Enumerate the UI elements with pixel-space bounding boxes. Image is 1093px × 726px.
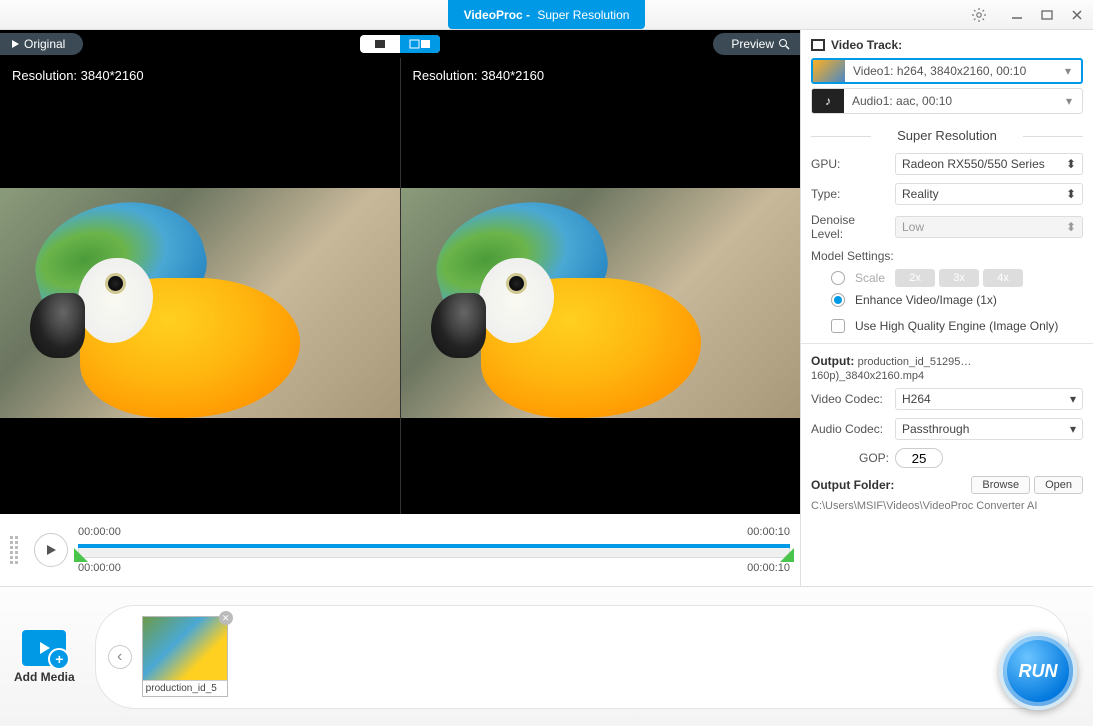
acodec-label: Audio Codec: — [811, 422, 889, 436]
audio-track-thumb: ♪ — [812, 89, 844, 113]
close-button[interactable] — [1065, 5, 1089, 25]
timeline: 00:00:00 00:00:10 00:00:00 00:00:10 — [0, 514, 800, 586]
add-media-icon — [22, 630, 66, 666]
video-track-item[interactable]: Video1: h264, 3840x2160, 00:10 ▾ — [811, 58, 1083, 84]
minimize-button[interactable] — [1005, 5, 1029, 25]
updown-icon: ⬍ — [1066, 157, 1076, 171]
titlebar-title: VideoProc - Super Resolution — [448, 0, 646, 29]
preview-pane-right: Resolution: 3840*2160 — [400, 58, 801, 514]
updown-icon: ⬍ — [1066, 187, 1076, 201]
video-track-heading: Video Track: — [811, 38, 1083, 52]
super-resolution-heading: Super Resolution — [811, 128, 1083, 143]
media-item[interactable]: ✕ production_id_5 — [142, 616, 228, 697]
media-item-thumb — [143, 617, 227, 681]
scale-radio[interactable] — [831, 271, 845, 285]
gpu-select[interactable]: Radeon RX550/550 Series⬍ — [895, 153, 1083, 175]
gop-label: GOP: — [811, 451, 889, 465]
video-track-label: Video1: h264, 3840x2160, 00:10 — [845, 64, 1065, 78]
film-icon — [811, 39, 825, 51]
audio-track-item[interactable]: ♪ Audio1: aac, 00:10 ▾ — [811, 88, 1083, 114]
type-select[interactable]: Reality⬍ — [895, 183, 1083, 205]
drag-handle-icon[interactable] — [10, 536, 24, 564]
maximize-button[interactable] — [1035, 5, 1059, 25]
module-name: Super Resolution — [537, 8, 629, 22]
output-folder-label: Output Folder: — [811, 478, 894, 492]
magnify-icon — [778, 38, 790, 50]
titlebar: VideoProc - Super Resolution — [0, 0, 1093, 30]
type-label: Type: — [811, 187, 889, 201]
acodec-select[interactable]: Passthrough▾ — [895, 418, 1083, 440]
hq-engine-label: Use High Quality Engine (Image Only) — [855, 319, 1058, 333]
media-strip: ‹ ✕ production_id_5 › — [95, 605, 1069, 709]
time-bot-end: 00:00:10 — [747, 562, 790, 574]
audio-track-label: Audio1: aac, 00:10 — [844, 94, 1066, 108]
resolution-label-right: Resolution: 3840*2160 — [413, 68, 545, 83]
time-bot-start: 00:00:00 — [78, 562, 121, 574]
video-track-thumb — [813, 60, 845, 82]
chevron-down-icon: ▾ — [1070, 422, 1076, 436]
app-name: VideoProc — [464, 8, 523, 22]
scale-3x-button[interactable]: 3x — [939, 269, 979, 287]
media-item-remove[interactable]: ✕ — [219, 611, 233, 625]
original-tab[interactable]: Original — [0, 33, 83, 55]
view-toggle — [360, 35, 440, 53]
open-button[interactable]: Open — [1034, 476, 1083, 494]
preview-area: Original Preview Resolution: 3840*2160 R… — [0, 30, 800, 586]
media-prev-button[interactable]: ‹ — [108, 645, 132, 669]
gpu-label: GPU: — [811, 157, 889, 171]
add-media-button[interactable]: Add Media — [14, 630, 75, 684]
denoise-label: Denoise Level: — [811, 213, 889, 241]
scale-2x-button[interactable]: 2x — [895, 269, 935, 287]
resolution-label-left: Resolution: 3840*2160 — [12, 68, 144, 83]
preview-tab[interactable]: Preview — [713, 33, 800, 55]
denoise-select: Low⬍ — [895, 216, 1083, 238]
play-icon — [10, 39, 20, 49]
updown-icon: ⬍ — [1066, 220, 1076, 234]
model-settings-label: Model Settings: — [811, 249, 1083, 263]
time-top-start: 00:00:00 — [78, 526, 121, 538]
time-top-end: 00:00:10 — [747, 526, 790, 538]
settings-button[interactable] — [967, 5, 991, 25]
hq-engine-checkbox[interactable] — [831, 319, 845, 333]
play-button[interactable] — [34, 533, 68, 567]
vcodec-select[interactable]: H264▾ — [895, 388, 1083, 410]
browse-button[interactable]: Browse — [971, 476, 1030, 494]
chevron-down-icon: ▾ — [1070, 392, 1076, 406]
chevron-down-icon[interactable]: ▾ — [1066, 94, 1082, 108]
side-panel: Video Track: Video1: h264, 3840x2160, 00… — [800, 30, 1093, 586]
run-button[interactable]: RUN — [999, 632, 1077, 710]
split-view-button[interactable] — [400, 35, 440, 53]
timeline-track[interactable]: 00:00:00 00:00:10 00:00:00 00:00:10 — [78, 526, 790, 574]
bottom-bar: Add Media ‹ ✕ production_id_5 › RUN — [0, 586, 1093, 726]
output-folder-path: C:\Users\MSIF\Videos\VideoProc Converter… — [811, 500, 1083, 512]
chevron-down-icon[interactable]: ▾ — [1065, 64, 1081, 78]
media-item-name: production_id_5 — [143, 681, 227, 696]
scale-4x-button[interactable]: 4x — [983, 269, 1023, 287]
single-view-button[interactable] — [360, 35, 400, 53]
enhance-radio[interactable] — [831, 293, 845, 307]
vcodec-label: Video Codec: — [811, 392, 889, 406]
dash: - — [523, 8, 534, 22]
output-label: Output: — [811, 354, 854, 368]
enhance-label: Enhance Video/Image (1x) — [855, 293, 997, 307]
scale-label: Scale — [855, 271, 885, 285]
preview-pane-left: Resolution: 3840*2160 — [0, 58, 400, 514]
gop-input[interactable] — [895, 448, 943, 468]
